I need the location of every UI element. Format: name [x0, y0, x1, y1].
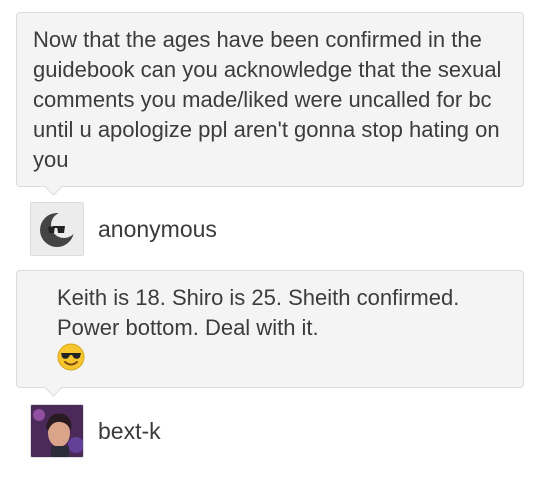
- answer-bubble: Keith is 18. Shiro is 25. Sheith confirm…: [16, 270, 524, 388]
- answerer-row[interactable]: bext-k: [30, 404, 161, 458]
- asker-row[interactable]: anonymous: [30, 202, 217, 256]
- anonymous-avatar[interactable]: [30, 202, 84, 256]
- sunglasses-emoji-icon: [57, 343, 85, 379]
- bext-k-avatar[interactable]: [30, 404, 84, 458]
- answerer-name[interactable]: bext-k: [98, 418, 161, 445]
- anonymous-sunglasses-icon: [31, 203, 83, 255]
- asker-name[interactable]: anonymous: [98, 216, 217, 243]
- question-text: Now that the ages have been confirmed in…: [33, 27, 502, 172]
- answer-text: Keith is 18. Shiro is 25. Sheith confirm…: [57, 285, 460, 340]
- question-bubble: Now that the ages have been confirmed in…: [16, 12, 524, 187]
- profile-photo-icon: [31, 405, 83, 457]
